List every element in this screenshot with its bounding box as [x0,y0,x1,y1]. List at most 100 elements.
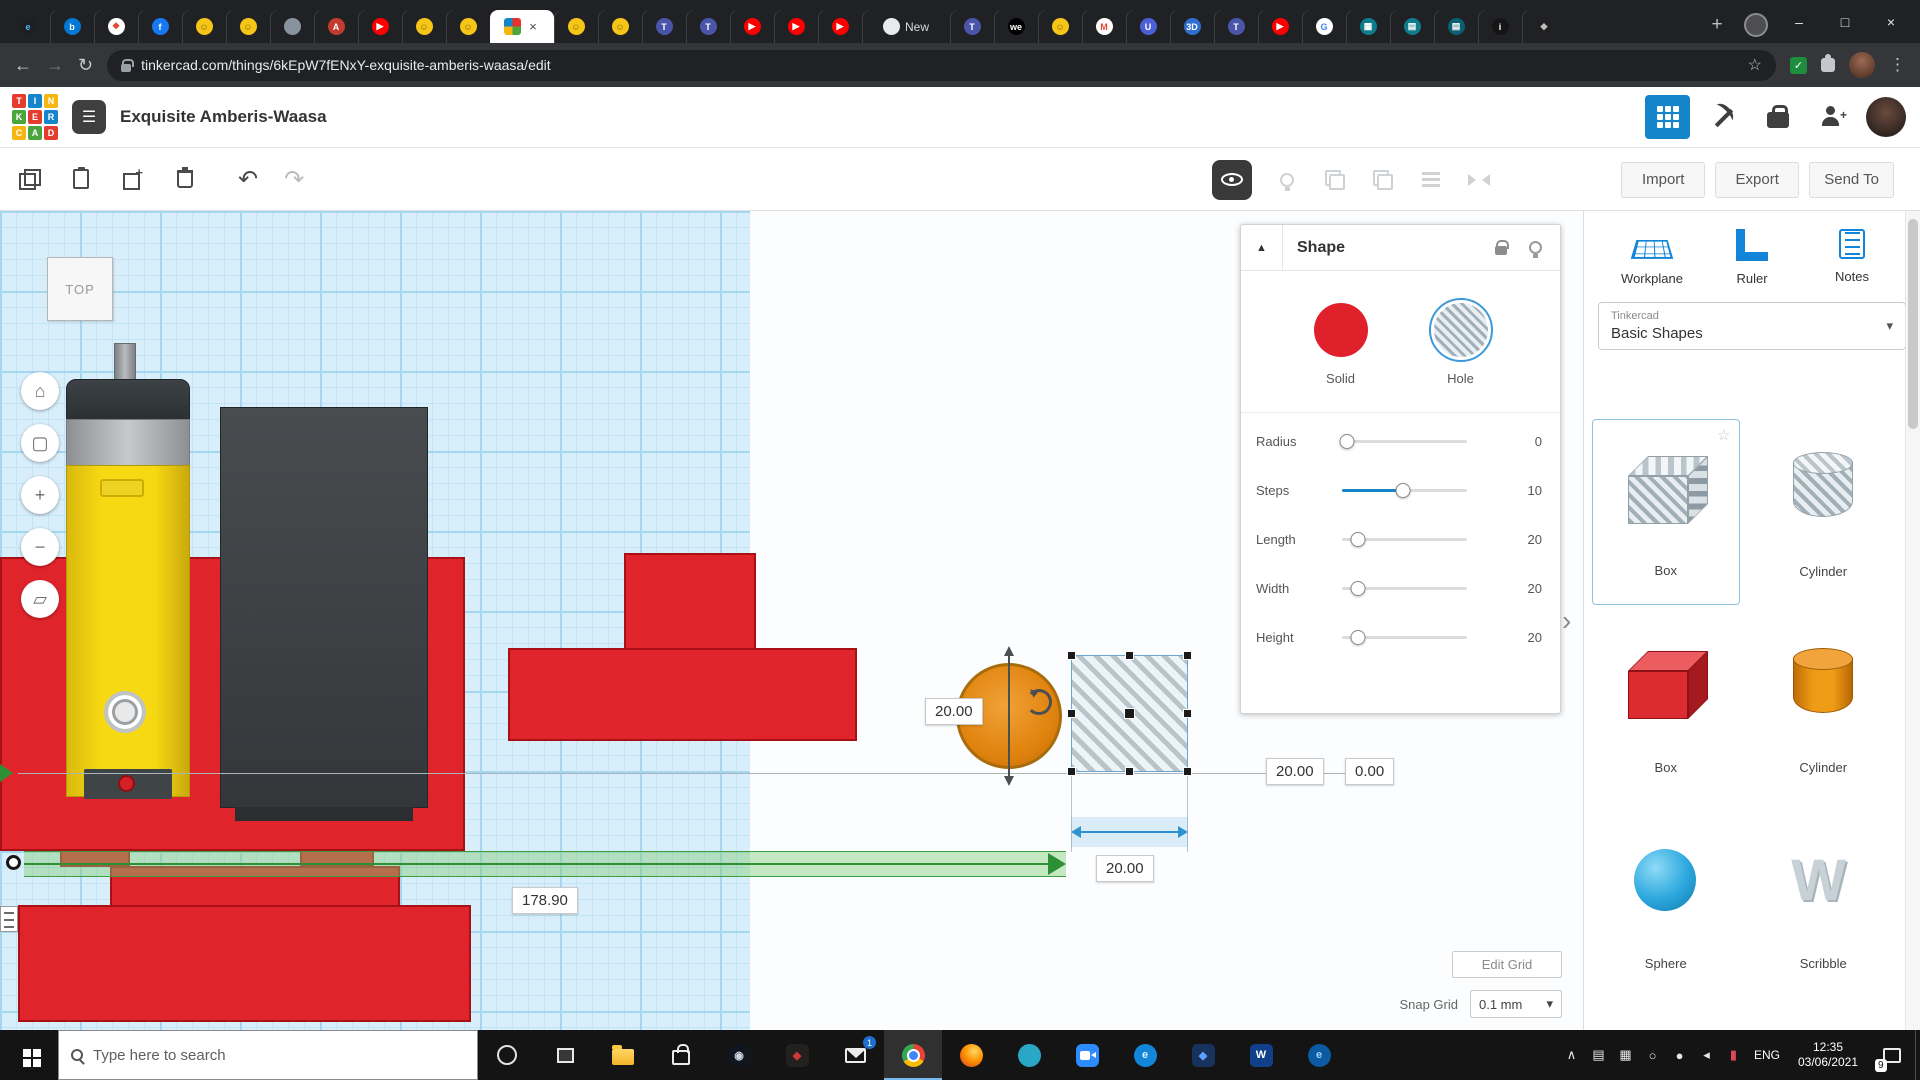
panel-collapse-chevron[interactable]: › [1562,607,1571,635]
slider-handle[interactable] [1351,630,1366,645]
redo-button[interactable]: ↷ [284,165,304,194]
scale-handle[interactable] [1067,651,1076,660]
taskbar-app-button[interactable] [652,1030,710,1080]
browser-tab[interactable]: ▤ [1434,10,1478,43]
browser-tab[interactable]: U [1126,10,1170,43]
browser-tab[interactable]: T [686,10,730,43]
canvas-nav-button[interactable]: − [21,528,59,566]
blocks-view-button[interactable] [1645,95,1690,139]
browser-tab[interactable]: ▶ [1258,10,1302,43]
move-vertical-arrow[interactable] [1008,655,1010,777]
snap-grid-select[interactable]: 0.1 mm ▾ [1470,990,1562,1018]
motor-band[interactable] [66,419,190,467]
tinkercad-logo[interactable]: TINKERCAD [12,94,58,140]
new-tab-button[interactable]: + [1702,10,1732,40]
taskbar-app-button[interactable] [1058,1030,1116,1080]
slider-value[interactable]: 20 [1506,630,1542,645]
browser-avatar[interactable] [1849,52,1875,78]
canvas-object-yellow-motor[interactable] [66,465,190,797]
toolbox-button[interactable] [1758,97,1798,137]
solid-color-icon[interactable] [1314,303,1368,357]
design-title[interactable]: Exquisite Amberis-Waasa [120,107,327,127]
design-canvas[interactable]: 20.00 20.00 0.00 20.00 178.90 TOP ⌂▢+−▱ … [0,211,1920,1030]
slider-value[interactable]: 10 [1506,483,1542,498]
browser-tab[interactable]: ❖ [94,10,138,43]
bookmark-star-icon[interactable]: ☆ [1748,55,1762,75]
align-button[interactable] [1418,167,1444,193]
undo-button[interactable]: ↶ [238,165,258,194]
language-indicator[interactable]: ENG [1747,1048,1787,1062]
browser-tab[interactable]: ☺ [554,10,598,43]
maximize-button[interactable]: □ [1822,0,1868,43]
edit-grid-button[interactable]: Edit Grid [1452,951,1562,978]
browser-tab[interactable]: G [1302,10,1346,43]
close-button[interactable]: × [1868,0,1914,43]
width-dimension-label[interactable]: 20.00 [1096,855,1154,882]
panel-tool[interactable]: Workplane [1607,229,1697,286]
browser-tab[interactable]: ☺ [402,10,446,43]
browser-tab[interactable]: f [138,10,182,43]
minecraft-export-button[interactable] [1704,97,1744,137]
slider-track[interactable] [1342,489,1467,492]
shape-tile[interactable]: Sphere [1592,811,1740,997]
reload-icon[interactable]: ↻ [78,55,93,76]
tray-icon[interactable]: ▦ [1612,1030,1639,1080]
shape-tile[interactable]: Box [1592,615,1740,801]
shape-library-dropdown[interactable]: Tinkercad Basic Shapes ▾ [1598,302,1906,350]
tray-icon[interactable]: ● [1666,1030,1693,1080]
browser-tab[interactable]: ☺ [182,10,226,43]
share-invite-button[interactable]: + [1812,97,1852,137]
notification-center-button[interactable]: 9 [1869,1030,1915,1080]
show-all-button[interactable] [1212,160,1252,200]
designs-menu-button[interactable]: ☰ [72,100,106,134]
tray-icon[interactable]: ◂ [1693,1030,1720,1080]
url-bar[interactable]: tinkercad.com/things/6kEpW7fENxY-exquisi… [107,50,1776,81]
scale-handle[interactable] [1183,709,1192,718]
url-text[interactable]: tinkercad.com/things/6kEpW7fENxY-exquisi… [141,57,551,73]
taskbar-app-button[interactable] [942,1030,1000,1080]
slider-track[interactable] [1342,440,1467,443]
scale-handle[interactable] [1125,651,1134,660]
hole-pattern-icon[interactable] [1434,303,1488,357]
browser-tab[interactable]: 3D [1170,10,1214,43]
start-button[interactable] [0,1030,58,1080]
canvas-nav-button[interactable]: ▢ [21,424,59,462]
browser-tab[interactable]: ▤ [1390,10,1434,43]
canvas-nav-button[interactable]: ▱ [21,580,59,618]
panel-scrollbar[interactable] [1905,211,1920,1030]
scale-handle[interactable] [1183,767,1192,776]
canvas-object-dark-box[interactable] [220,407,428,808]
browser-tab[interactable]: b [50,10,94,43]
browser-tab[interactable]: ☺ [446,10,490,43]
browser-tab[interactable]: e [6,10,50,43]
copy-button[interactable] [16,166,42,192]
slider-track[interactable] [1342,587,1467,590]
browser-tab[interactable]: A [314,10,358,43]
browser-tab[interactable]: ▶ [818,10,862,43]
paste-button[interactable] [68,166,94,192]
shape-tile[interactable]: Cylinder [1750,419,1898,605]
export-button[interactable]: Export [1715,162,1799,198]
selected-hole-box[interactable] [1071,655,1188,772]
delete-button[interactable] [172,166,198,192]
slider-value[interactable]: 20 [1506,532,1542,547]
taskbar-app-button[interactable] [594,1030,652,1080]
clock[interactable]: 12:35 03/06/2021 [1787,1040,1869,1070]
browser-tab[interactable]: ▶ [774,10,818,43]
browser-tab[interactable]: T [950,10,994,43]
send-to-button[interactable]: Send To [1809,162,1894,198]
ruler-origin-handle[interactable] [6,855,21,870]
browser-tab[interactable]: ◆ [1522,10,1566,43]
canvas-object-red-cross-horizontal[interactable] [508,648,857,741]
shape-tile[interactable]: Scribble [1750,811,1898,997]
scale-handle[interactable] [1125,767,1134,776]
hole-option[interactable]: Hole [1411,303,1511,386]
lock-icon[interactable] [1495,246,1507,255]
taskbar-app-button[interactable]: e [1116,1030,1174,1080]
distance-dimension-label[interactable]: 178.90 [512,887,578,914]
taskbar-app-button[interactable]: ◆ [1174,1030,1232,1080]
browser-tab[interactable]: i [1478,10,1522,43]
slider-track[interactable] [1342,636,1467,639]
slider-value[interactable]: 0 [1506,434,1542,449]
browser-tab[interactable]: ☺ [598,10,642,43]
